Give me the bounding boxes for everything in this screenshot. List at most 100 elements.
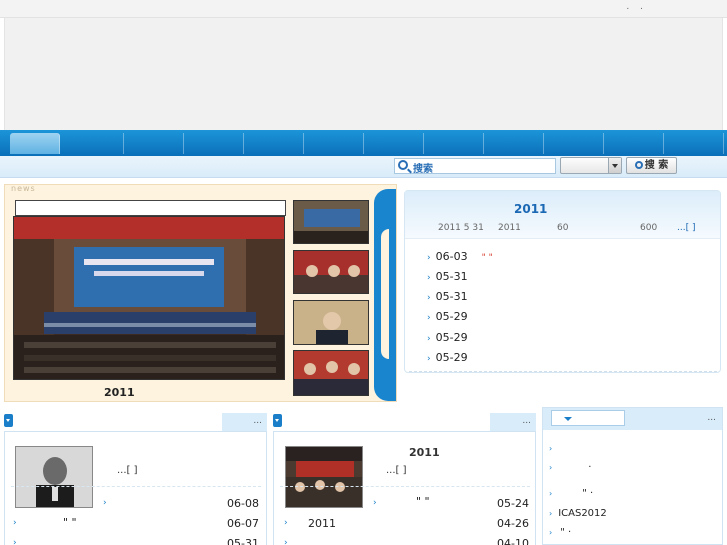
side-panel-tab[interactable]: [551, 410, 625, 426]
nav-item-home[interactable]: [10, 133, 60, 154]
featured-news-more-link[interactable]: ...[ ]: [677, 223, 695, 233]
panel-left-read-more[interactable]: ...[ ]: [117, 465, 138, 476]
list-item-text[interactable]: 2011: [308, 517, 336, 530]
nav-item[interactable]: [664, 133, 724, 154]
chevron-down-icon[interactable]: [608, 158, 621, 173]
nav-item[interactable]: [64, 133, 124, 154]
list-item[interactable]: › 06-03 " ": [427, 250, 493, 263]
news-thumbnail[interactable]: [293, 200, 369, 244]
search-category-select[interactable]: [560, 157, 622, 174]
side-panel-more-link[interactable]: ...: [707, 413, 716, 423]
list-item[interactable]: › 05-31: [427, 290, 468, 303]
slider-edge-decoration: [374, 189, 396, 401]
nav-item[interactable]: [124, 133, 184, 154]
thumbnail-image: [294, 301, 368, 344]
nav-item[interactable]: [364, 133, 424, 154]
bullet-icon: ›: [427, 273, 431, 283]
panel-mid-title[interactable]: 2011: [409, 446, 440, 459]
top-links[interactable]: . .: [626, 2, 647, 12]
top-bar: . .: [0, 0, 727, 18]
list-item-date[interactable]: 06-07: [227, 517, 259, 530]
list-item-date[interactable]: 06-08: [227, 497, 259, 510]
event-image: [286, 447, 362, 507]
list-item-text: " ·: [560, 527, 572, 538]
bullet-icon: ›: [549, 463, 553, 472]
featured-news-summary: 60: [557, 223, 569, 233]
featured-news-summary: 2011 5 31: [438, 223, 484, 233]
news-thumbnail[interactable]: [293, 350, 369, 396]
nav-item[interactable]: [304, 133, 364, 154]
featured-news-summary: 2011: [498, 223, 521, 233]
featured-news-title[interactable]: 2011: [514, 202, 547, 216]
list-item[interactable]: › 05-29: [427, 310, 468, 323]
list-item[interactable]: ›: [549, 443, 558, 454]
featured-news-header: 2011 2011 5 31 2011 60 600 ...[ ]: [405, 191, 720, 239]
bullet-icon: ›: [427, 334, 431, 344]
search-input[interactable]: 搜索: [394, 158, 556, 175]
bullet-icon: ›: [103, 498, 107, 508]
featured-news-summary: 600: [640, 223, 658, 233]
list-item-text[interactable]: " ": [416, 495, 430, 508]
news-caption[interactable]: 2011: [104, 386, 135, 399]
chevron-down-icon[interactable]: [273, 414, 282, 427]
chevron-down-icon[interactable]: [4, 414, 13, 427]
bullet-icon: ›: [549, 489, 553, 498]
list-item-date: 06-03: [435, 250, 468, 263]
list-item-date[interactable]: 04-26: [497, 517, 529, 530]
nav-item[interactable]: [184, 133, 244, 154]
bullet-icon: ›: [13, 538, 17, 545]
bullet-icon: ›: [427, 253, 431, 263]
list-item[interactable]: › ICAS2012: [549, 508, 607, 519]
event-photo[interactable]: [285, 446, 363, 508]
nav-item[interactable]: [544, 133, 604, 154]
nav-item[interactable]: [604, 133, 664, 154]
list-item[interactable]: › " ·: [549, 527, 571, 538]
list-item-text[interactable]: " ": [63, 516, 77, 529]
thumbnail-image: [294, 351, 368, 395]
list-item-text: ICAS2012: [558, 508, 607, 519]
divider: [280, 486, 530, 487]
news-thumbnail[interactable]: [293, 300, 369, 345]
list-item-date: 05-29: [435, 331, 468, 344]
main-nav: [0, 130, 727, 156]
bullet-icon: ›: [549, 509, 553, 518]
news-main-photo[interactable]: [13, 216, 285, 380]
search-icon: [398, 160, 408, 170]
list-item[interactable]: › 05-31: [427, 270, 468, 283]
list-item-date: 05-31: [435, 270, 468, 283]
portrait-photo[interactable]: [15, 446, 93, 508]
list-item-date[interactable]: 05-24: [497, 497, 529, 510]
search-placeholder: 搜索: [413, 164, 433, 175]
list-item-date[interactable]: 04-10: [497, 537, 529, 545]
list-item[interactable]: › " ·: [549, 488, 593, 499]
bullet-icon: ›: [427, 313, 431, 323]
list-item-date[interactable]: 05-31: [227, 537, 259, 545]
list-item-text: ·: [588, 462, 592, 473]
list-item[interactable]: › 05-29: [427, 331, 468, 344]
nav-item[interactable]: [484, 133, 544, 154]
bullet-icon: ›: [549, 528, 553, 537]
list-item[interactable]: › 05-29: [427, 351, 468, 364]
nav-item[interactable]: [424, 133, 484, 154]
list-item-date: 05-31: [435, 290, 468, 303]
panel-mid: 2011 ...[ ] › " " 05-24 › 2011 04-26 › 0…: [273, 431, 536, 545]
panel-mid-more-link[interactable]: ...: [490, 413, 536, 431]
news-thumbnail[interactable]: [293, 250, 369, 294]
list-item-text: " ": [481, 253, 493, 263]
nav-item[interactable]: [244, 133, 304, 154]
panel-mid-read-more[interactable]: ...[ ]: [386, 465, 407, 476]
slider-title-bar: [15, 200, 286, 216]
search-button[interactable]: 搜 索: [626, 157, 677, 174]
panel-left-more-link[interactable]: ...: [222, 413, 267, 431]
bullet-icon: ›: [427, 293, 431, 303]
list-item[interactable]: › ·: [549, 462, 591, 473]
featured-news-panel: 2011 2011 5 31 2011 60 600 ...[ ] › 06-03…: [404, 190, 721, 373]
portrait-image: [16, 447, 92, 507]
search-icon: [634, 161, 643, 169]
list-item-date: 05-29: [435, 351, 468, 364]
side-panel-header: ...: [543, 408, 722, 430]
page-root: { "topbar": { "links": ". ." }, "search"…: [0, 0, 727, 545]
bullet-icon: ›: [427, 354, 431, 364]
chevron-down-icon: [564, 417, 572, 421]
divider: [409, 371, 717, 372]
